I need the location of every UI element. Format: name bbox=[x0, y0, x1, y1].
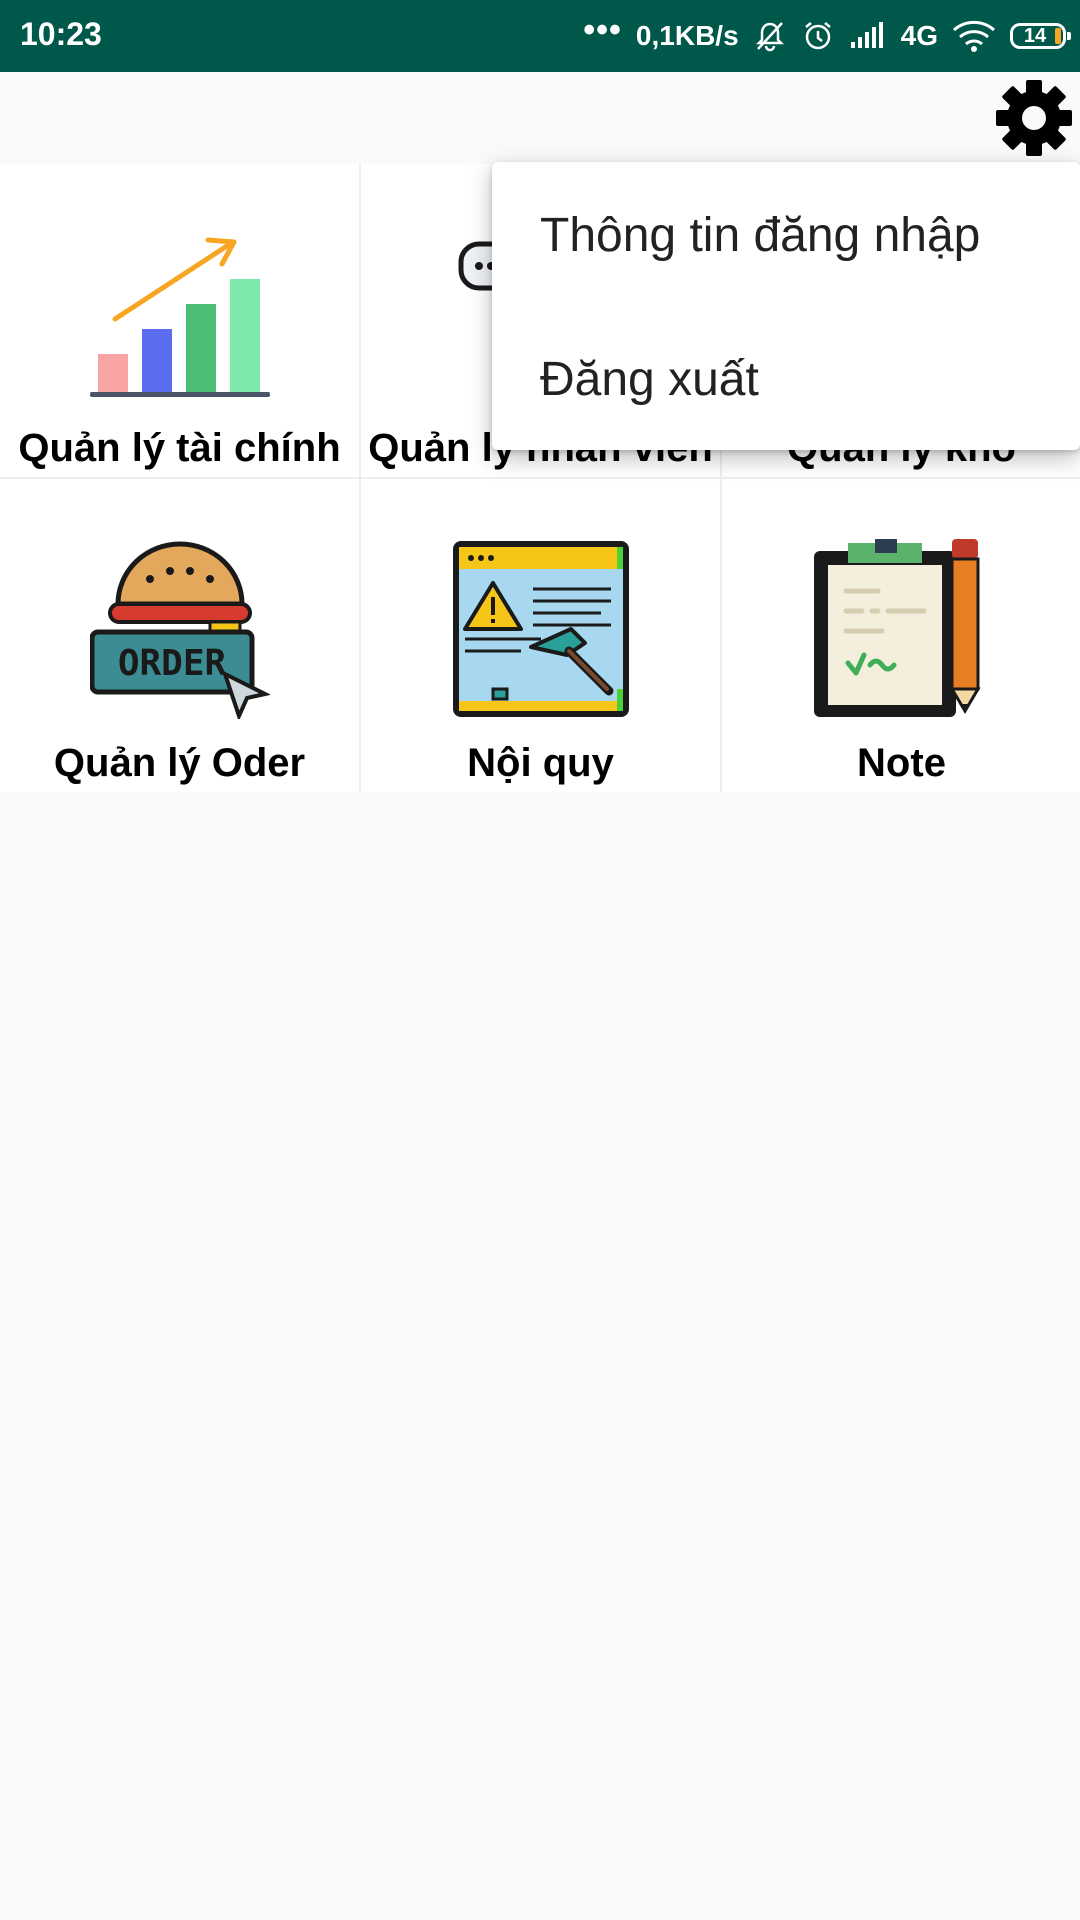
tile-rules[interactable]: Nội quy bbox=[361, 479, 720, 792]
tile-label: Quản lý Oder bbox=[53, 741, 306, 785]
tile-label: Nội quy bbox=[467, 741, 614, 785]
wifi-icon bbox=[953, 20, 995, 52]
tile-label: Note bbox=[857, 741, 946, 785]
overflow-menu: Thông tin đăng nhập Đăng xuất bbox=[492, 162, 1080, 450]
network-speed: 0,1KB/s bbox=[635, 20, 739, 51]
status-bar: 10:23 ••• 0,1KB/s 4G 14 bbox=[0, 0, 1080, 72]
signal-icon bbox=[850, 22, 883, 48]
gear-icon[interactable] bbox=[994, 78, 1074, 158]
tile-label: Quản lý tài chính bbox=[18, 426, 341, 470]
menu-item-logout[interactable]: Đăng xuất bbox=[540, 352, 759, 407]
battery-icon: 14 bbox=[1010, 23, 1071, 49]
app-toolbar bbox=[0, 72, 1080, 164]
finance-chart-icon bbox=[89, 237, 270, 397]
tile-note[interactable]: Note bbox=[722, 479, 1080, 792]
menu-item-login-info[interactable]: Thông tin đăng nhập bbox=[540, 208, 980, 263]
order-burger-icon: ORDER bbox=[89, 541, 270, 719]
tile-order[interactable]: ORDER Quản lý Oder bbox=[0, 479, 359, 792]
network-type: 4G bbox=[900, 20, 938, 51]
status-time: 10:23 bbox=[20, 16, 102, 52]
alarm-icon bbox=[804, 22, 831, 50]
status-icons: ••• 0,1KB/s 4G 14 bbox=[583, 11, 1071, 60]
more-notifications-icon: ••• bbox=[583, 11, 622, 49]
clipboard-note-icon bbox=[813, 539, 981, 717]
tile-finance[interactable]: Quản lý tài chính bbox=[0, 164, 359, 477]
svg-text:ORDER: ORDER bbox=[117, 643, 226, 684]
battery-level: 14 bbox=[1023, 24, 1047, 47]
rules-hammer-icon bbox=[452, 541, 629, 717]
mute-bell-icon bbox=[755, 22, 784, 52]
